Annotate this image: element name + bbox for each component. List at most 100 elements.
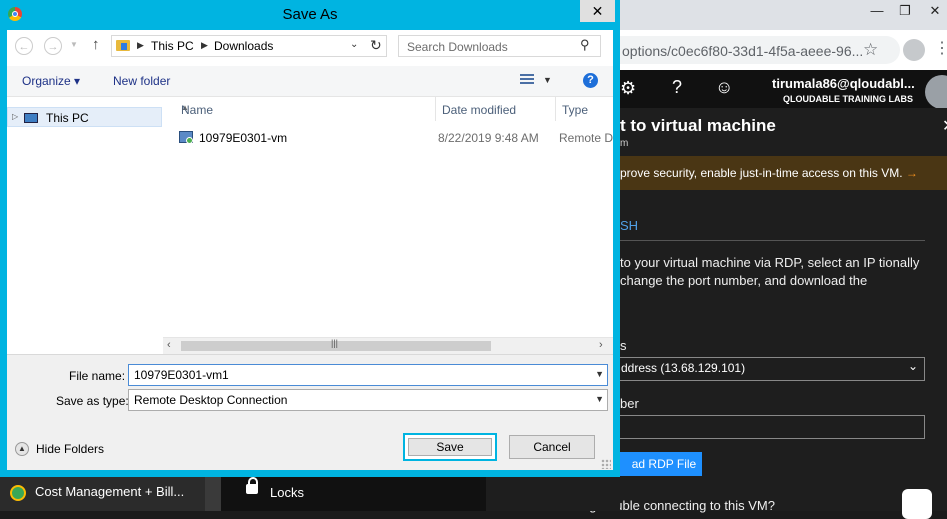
search-icon[interactable]: ⚲ — [580, 37, 590, 53]
recent-locations-icon[interactable]: ▼ — [70, 40, 78, 49]
chevron-down-icon[interactable]: ▼ — [595, 369, 604, 379]
list-item[interactable]: 10979E0301-vm 8/22/2019 9:48 AM Remote D… — [163, 129, 613, 149]
restore-button[interactable]: ❐ — [888, 0, 922, 22]
navigation-pane: ▷ This PC — [7, 97, 162, 353]
chevron-right-icon[interactable]: ▶ — [201, 40, 208, 51]
dialog-client: ← → ▼ ↑ ▶ This PC ▶ Downloads ⌄ ↻ Search… — [7, 30, 613, 470]
taskbar-item-cost-management[interactable]: Cost Management + Bill... — [0, 477, 205, 511]
smiley-icon[interactable]: ☺ — [715, 77, 733, 98]
refresh-icon[interactable]: ↻ — [370, 37, 382, 54]
search-placeholder: Search Downloads — [407, 40, 508, 54]
user-org: QLOUDABLE TRAINING LABS — [783, 94, 913, 104]
file-name: 10979E0301-vm — [199, 131, 288, 145]
profile-icon[interactable] — [903, 39, 925, 61]
save-as-type-value: Remote Desktop Connection — [134, 393, 288, 407]
up-arrow-icon[interactable]: ↑ — [92, 36, 100, 53]
browser-titlebar: — ❐ ✕ — [620, 0, 947, 30]
column-header-name[interactable]: ▲ Name — [163, 97, 436, 121]
rdp-description: to your virtual machine via RDP, select … — [620, 255, 920, 288]
expand-arrow-icon[interactable]: ▷ — [12, 112, 18, 121]
this-pc-icon — [24, 113, 38, 123]
cancel-button[interactable]: Cancel — [509, 435, 595, 459]
taskbar-item-locks[interactable]: Locks — [221, 477, 486, 511]
connect-pane: t to virtual machine m ✕ prove security,… — [556, 108, 947, 519]
address-bar-row: options/c0ec6f80-33d1-4f5a-aeee-96... ☆ … — [620, 30, 947, 70]
save-button[interactable]: Save — [403, 433, 497, 461]
port-number-input[interactable] — [618, 415, 925, 439]
chevron-down-icon[interactable]: ▼ — [543, 75, 552, 85]
help-icon[interactable]: ? — [583, 73, 598, 88]
download-rdp-button[interactable]: ad RDP File — [610, 452, 702, 476]
nav-item-label: This PC — [46, 111, 89, 125]
taskbar-area — [486, 477, 620, 511]
save-options: File name: 10979E0301-vm1 ▼ Save as type… — [7, 354, 613, 470]
nav-item-this-pc[interactable]: ▷ This PC — [7, 107, 162, 127]
avatar[interactable] — [925, 75, 947, 109]
taskbar-label: Locks — [270, 485, 304, 500]
taskbar-gap — [205, 477, 221, 511]
file-date: 8/22/2019 9:48 AM — [438, 131, 539, 145]
new-folder-button[interactable]: New folder — [113, 74, 170, 88]
rdp-file-icon — [179, 131, 193, 144]
chevron-down-icon[interactable]: ▼ — [595, 394, 604, 404]
gear-icon[interactable]: ⚙ — [620, 78, 636, 99]
dialog-toolbar: Organize ▾ New folder ▼ ? — [7, 66, 613, 97]
scroll-right-icon[interactable]: › — [599, 339, 603, 351]
organize-button[interactable]: Organize ▾ — [22, 74, 80, 88]
ip-value: ddress (13.68.129.101) — [621, 361, 746, 375]
star-icon[interactable]: ☆ — [863, 40, 878, 60]
breadcrumb[interactable]: ▶ This PC ▶ Downloads ⌄ ↻ — [111, 35, 387, 57]
chrome-icon — [10, 485, 26, 501]
close-button[interactable]: ✕ — [580, 0, 615, 22]
divider — [620, 240, 925, 241]
taskbar-label: Cost Management + Bill... — [35, 484, 185, 499]
scroll-thumb[interactable]: ||| — [181, 338, 491, 351]
pane-title: t to virtual machine — [620, 116, 776, 135]
chevron-down-icon: ⌄ — [907, 359, 918, 373]
address-bar[interactable]: options/c0ec6f80-33d1-4f5a-aeee-96... ☆ — [620, 36, 900, 64]
close-icon[interactable]: ✕ — [942, 116, 947, 136]
ip-label: s — [620, 338, 627, 353]
hide-folders-label: Hide Folders — [36, 442, 105, 456]
warning-text: prove security, enable just-in-time acce… — [620, 166, 903, 180]
forward-arrow-icon[interactable]: → — [44, 37, 62, 55]
save-as-dialog: Save As ✕ ← → ▼ ↑ ▶ This PC ▶ Downloads … — [0, 0, 620, 477]
save-as-type-select[interactable]: Remote Desktop Connection ▼ — [128, 389, 608, 411]
column-header-type[interactable]: Type — [556, 97, 613, 121]
breadcrumb-downloads[interactable]: Downloads — [214, 39, 273, 53]
column-header-date-modified[interactable]: Date modified — [436, 97, 556, 121]
dialog-titlebar[interactable]: Save As ✕ — [0, 0, 620, 30]
jit-warning-banner[interactable]: prove security, enable just-in-time acce… — [620, 156, 947, 190]
file-name-field[interactable]: 10979E0301-vm1 ▼ — [128, 364, 608, 386]
question-icon[interactable]: ? — [672, 77, 682, 98]
chevron-right-icon[interactable]: ▶ — [137, 40, 144, 51]
resize-grip[interactable] — [601, 459, 611, 469]
save-as-type-label: Save as type: — [56, 394, 129, 408]
file-name-label: File name: — [69, 369, 126, 383]
breadcrumb-this-pc[interactable]: This PC — [151, 39, 194, 53]
pane-subtitle: m — [620, 138, 629, 149]
ip-address-select[interactable]: ddress (13.68.129.101) ⌄ — [618, 357, 925, 381]
scroll-left-icon[interactable]: ‹ — [167, 339, 171, 351]
file-list: ▲ Name Date modified Type 10979E0301-vm … — [163, 97, 613, 353]
lock-icon — [246, 477, 258, 494]
chevron-up-icon: ▲ — [15, 442, 29, 456]
horizontal-scrollbar[interactable]: ‹ ||| › — [163, 337, 613, 354]
port-label: ber — [620, 396, 639, 411]
folder-icon — [116, 40, 130, 51]
portal-header: ⚙ ? ☺ tirumala86@qloudabl... QLOUDABLE T… — [620, 70, 947, 109]
file-type: Remote Desktop Connection — [559, 131, 613, 145]
address-text: options/c0ec6f80-33d1-4f5a-aeee-96... — [622, 43, 864, 59]
menu-icon[interactable]: ⋮ — [934, 38, 947, 58]
chat-icon[interactable] — [902, 489, 932, 519]
back-arrow-icon[interactable]: ← — [15, 37, 33, 55]
chevron-down-icon[interactable]: ⌄ — [350, 39, 358, 50]
dialog-title: Save As — [282, 6, 338, 23]
search-input[interactable]: Search Downloads ⚲ — [398, 35, 601, 57]
browser-close-button[interactable]: ✕ — [918, 0, 947, 22]
tab-ssh[interactable]: SH — [620, 218, 638, 233]
view-options-icon[interactable] — [520, 74, 534, 86]
file-name-value: 10979E0301-vm1 — [134, 368, 229, 382]
user-email[interactable]: tirumala86@qloudabl... — [772, 76, 915, 91]
save-button-label: Save — [408, 438, 492, 456]
